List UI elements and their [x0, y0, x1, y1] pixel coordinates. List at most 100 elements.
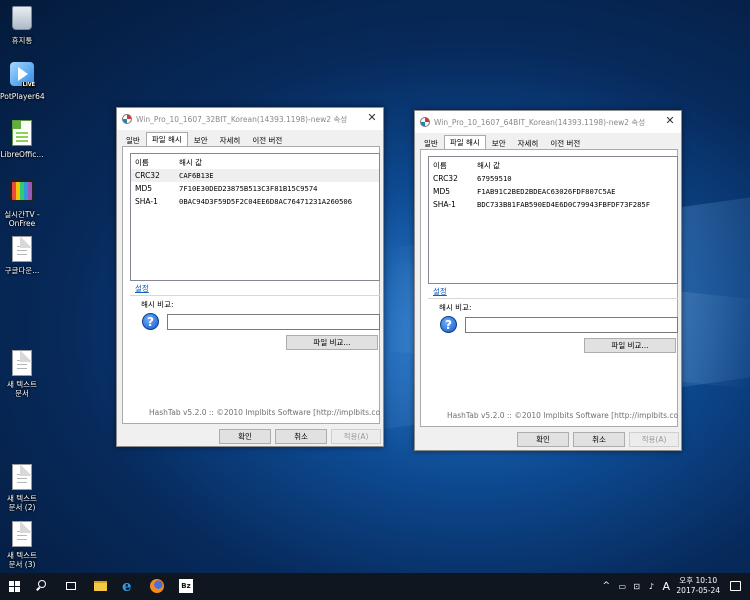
text-document-icon [12, 350, 32, 376]
bandizip-icon[interactable]: Bz [179, 579, 193, 593]
ok-button[interactable]: 확인 [517, 432, 569, 447]
divider [428, 298, 678, 299]
hash-name: CRC32 [135, 171, 160, 180]
hash-compare-label: 해시 비교: [439, 303, 472, 312]
tab-details[interactable]: 자세히 [512, 136, 545, 150]
network-icon[interactable]: ⊡ [633, 573, 640, 600]
internet-explorer-icon[interactable]: e [122, 577, 132, 595]
tab-security[interactable]: 보안 [188, 133, 214, 147]
start-icon[interactable] [9, 581, 20, 592]
column-header-hash-value[interactable]: 해시 값 [179, 156, 202, 169]
desktop-icon-new-text-document-2[interactable]: 새 텍스트 문서 (2) [0, 464, 44, 512]
search-icon[interactable] [38, 580, 46, 588]
firefox-icon[interactable] [150, 579, 164, 593]
tab-details[interactable]: 자세히 [214, 133, 247, 147]
close-button[interactable]: ✕ [365, 111, 379, 125]
table-row[interactable]: SHA-1 0BAC94D3F59D5F2C04EE6D8AC76471231A… [131, 195, 379, 208]
close-button[interactable]: ✕ [663, 114, 677, 128]
hash-list[interactable]: 이름 해시 값 CRC32 CAF6B13E MD5 7F10E30DED238… [130, 153, 380, 281]
desktop-icon-potplayer[interactable]: LIVE PotPlayer64 [0, 62, 45, 101]
tv-icon [10, 180, 34, 202]
desktop-icon-label: PotPlayer64 [0, 92, 45, 101]
live-badge: LIVE [21, 82, 36, 88]
column-header-hash-value[interactable]: 해시 값 [477, 159, 500, 172]
desktop-icon-new-text-document[interactable]: 새 텍스트 문서 [0, 350, 44, 398]
desktop-icon-libreoffice[interactable]: LibreOffic... [0, 120, 44, 159]
table-row[interactable]: MD5 7F10E30DED23875B513C3F81B15C9574 [131, 182, 379, 195]
desktop-icon-label: 구글다운... [4, 266, 40, 275]
hash-name: SHA-1 [433, 200, 456, 209]
text-document-icon [12, 464, 32, 490]
tab-previous-versions[interactable]: 이전 버전 [544, 136, 586, 150]
document-icon [12, 236, 32, 262]
notification-icon[interactable] [730, 581, 741, 591]
tray-chevron-up-icon[interactable]: ^ [602, 573, 610, 600]
settings-link[interactable]: 설정 [433, 286, 447, 297]
desktop-icon-new-text-document-3[interactable]: 새 텍스트 문서 (3) [0, 521, 44, 569]
volume-icon[interactable]: ♪ [649, 573, 654, 600]
ime-indicator[interactable]: A [662, 573, 670, 600]
file-hash-panel: 이름 해시 값 CRC32 CAF6B13E MD5 7F10E30DED238… [122, 146, 380, 424]
properties-window-64bit: Win_Pro_10_1607_64BIT_Korean(14393.1198)… [414, 110, 682, 451]
question-icon: ? [142, 313, 159, 330]
cancel-button[interactable]: 취소 [275, 429, 327, 444]
desktop-icon-realtime-tv[interactable]: 실시간TV - OnFree [0, 178, 44, 228]
apply-button[interactable]: 적용(A) [331, 429, 381, 444]
table-row[interactable]: MD5 F1AB91C2BED2BDEAC63026FDF807C5AE [429, 185, 677, 198]
tab-general[interactable]: 일반 [418, 136, 444, 150]
hash-name: SHA-1 [135, 197, 158, 206]
desktop-icon-label: 새 텍스트 문서 (3) [7, 551, 37, 569]
file-explorer-icon[interactable] [94, 581, 107, 591]
desktop-icon-google-download[interactable]: 구글다운... [0, 236, 44, 275]
tab-general[interactable]: 일반 [120, 133, 146, 147]
disc-image-icon [122, 114, 132, 124]
hash-list[interactable]: 이름 해시 값 CRC32 67959510 MD5 F1AB91C2BED2B… [428, 156, 678, 284]
column-header-name[interactable]: 이름 [135, 156, 149, 169]
cancel-button[interactable]: 취소 [573, 432, 625, 447]
tab-strip: 일반 파일 해시 보안 자세히 이전 버전 [120, 132, 288, 147]
ok-button[interactable]: 확인 [219, 429, 271, 444]
hash-name: CRC32 [433, 174, 458, 183]
hash-list-header: 이름 해시 값 [131, 156, 379, 169]
hash-value: CAF6B13E [179, 171, 214, 180]
hash-compare-input[interactable] [167, 314, 380, 330]
hash-value: 7F10E30DED23875B513C3F81B15C9574 [179, 184, 318, 193]
window-title: Win_Pro_10_1607_64BIT_Korean(14393.1198)… [434, 118, 646, 127]
hash-name: MD5 [135, 184, 153, 193]
file-hash-panel: 이름 해시 값 CRC32 67959510 MD5 F1AB91C2BED2B… [420, 149, 678, 427]
settings-link[interactable]: 설정 [135, 283, 149, 294]
desktop-icon-recycle-bin[interactable]: 휴지통 [0, 4, 44, 45]
hash-value: 0BAC94D3F59D5F2C04EE6D8AC76471231A260506 [179, 197, 353, 206]
table-row[interactable]: CRC32 CAF6B13E [131, 169, 379, 182]
apply-button[interactable]: 적용(A) [629, 432, 679, 447]
taskbar: e Bz ^ ▭ ⊡ ♪ A 오후 10:10 2017-05-24 [0, 573, 750, 600]
hash-list-header: 이름 해시 값 [429, 159, 677, 172]
hashtab-credit: HashTab v5.2.0 :: ©2010 Implbits Softwar… [447, 411, 679, 420]
tab-security[interactable]: 보안 [486, 136, 512, 150]
clock-date: 2017-05-24 [676, 586, 720, 595]
table-row[interactable]: SHA-1 BDC733B81FAB590ED4E6D0C79943FBFDF7… [429, 198, 677, 211]
hash-value: BDC733B81FAB590ED4E6D0C79943FBFDF73F285F [477, 200, 651, 209]
column-header-name[interactable]: 이름 [433, 159, 447, 172]
tab-file-hash[interactable]: 파일 해시 [443, 135, 486, 150]
desktop-icon-label: 새 텍스트 문서 [7, 380, 37, 398]
title-bar[interactable]: Win_Pro_10_1607_64BIT_Korean(14393.1198)… [415, 111, 681, 133]
clock[interactable]: 오후 10:10 2017-05-24 [676, 576, 720, 596]
battery-icon[interactable]: ▭ [618, 573, 626, 600]
recycle-bin-icon [12, 6, 32, 30]
table-row[interactable]: CRC32 67959510 [429, 172, 677, 185]
libreoffice-calc-icon [12, 120, 32, 146]
task-view-icon[interactable] [66, 582, 76, 590]
hash-value: F1AB91C2BED2BDEAC63026FDF807C5AE [477, 187, 616, 196]
compare-file-button[interactable]: 파일 비교... [584, 338, 676, 353]
compare-file-button[interactable]: 파일 비교... [286, 335, 378, 350]
properties-window-32bit: Win_Pro_10_1607_32BIT_Korean(14393.1198)… [116, 107, 384, 447]
hash-compare-input[interactable] [465, 317, 678, 333]
title-bar[interactable]: Win_Pro_10_1607_32BIT_Korean(14393.1198)… [117, 108, 383, 130]
tab-file-hash[interactable]: 파일 해시 [145, 132, 188, 147]
desktop-icon-label: 새 텍스트 문서 (2) [7, 494, 37, 512]
tab-previous-versions[interactable]: 이전 버전 [246, 133, 288, 147]
desktop-icon-label: 실시간TV - OnFree [4, 210, 40, 228]
divider [130, 295, 380, 296]
clock-time: 오후 10:10 [679, 576, 718, 585]
